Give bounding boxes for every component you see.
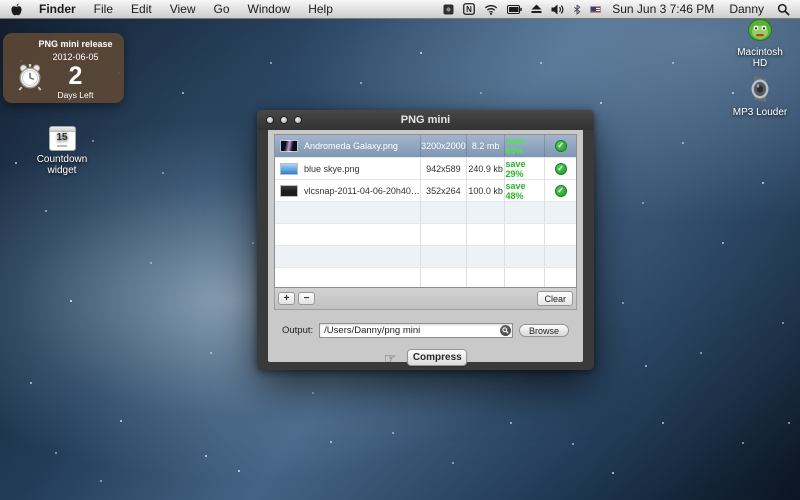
input-source-icon[interactable]: N (463, 3, 475, 15)
menu-item-finder[interactable]: Finder (30, 0, 85, 18)
desktop-icon-countdown-widget[interactable]: 15 Countdown widget (29, 126, 95, 176)
menu-bar-left: Finder File Edit View Go Window Help (0, 0, 342, 18)
spotlight-icon[interactable] (777, 3, 790, 16)
table-row[interactable]: Andromeda Galaxy.png 3200x2000 8.2 mb sa… (275, 135, 576, 157)
file-thumbnail (280, 163, 298, 175)
eject-icon[interactable] (531, 4, 542, 14)
desktop-icon-label: Macintosh (727, 47, 793, 58)
bluetooth-icon[interactable] (573, 4, 581, 15)
table-row-empty (275, 267, 576, 287)
desktop-icon-mp3-louder[interactable]: MP3 Louder (727, 74, 793, 118)
output-row: Output: Browse (282, 323, 569, 338)
file-name: blue skye.png (304, 164, 360, 174)
wifi-icon[interactable] (484, 4, 498, 15)
file-size: 100.0 kb (466, 180, 505, 201)
window-content: Andromeda Galaxy.png 3200x2000 8.2 mb sa… (268, 130, 583, 362)
file-table: Andromeda Galaxy.png 3200x2000 8.2 mb sa… (274, 134, 577, 288)
menu-item-window[interactable]: Window (239, 0, 300, 18)
table-footer-bar: + − Clear (274, 288, 577, 310)
speaker-icon (727, 74, 793, 104)
volume-icon[interactable] (551, 4, 564, 15)
file-savings: save 29% (504, 158, 544, 179)
calendar-day-number: 15 (50, 132, 75, 144)
table-row[interactable]: vlcsnap-2011-04-06-20h40m36s165.png 352x… (275, 179, 576, 201)
desktop-icon-label: widget (29, 165, 95, 176)
menu-item-go[interactable]: Go (205, 0, 239, 18)
compress-row: ☞ Compress (268, 349, 583, 366)
user-menu[interactable]: Danny (725, 2, 768, 16)
pointing-hand-icon: ☞ (384, 351, 397, 365)
browse-button[interactable]: Browse (519, 324, 569, 337)
desktop-icon-label: MP3 Louder (727, 107, 793, 118)
battery-icon[interactable] (507, 5, 522, 14)
output-path-input[interactable] (319, 323, 513, 338)
apple-menu-icon[interactable] (0, 0, 30, 18)
menu-item-edit[interactable]: Edit (122, 0, 161, 18)
file-size: 240.9 kb (466, 158, 505, 179)
menu-bar: Finder File Edit View Go Window Help N S… (0, 0, 800, 19)
file-thumbnail (280, 185, 298, 197)
file-name: vlcsnap-2011-04-06-20h40m36s165.png (304, 186, 420, 196)
countdown-widget-panel[interactable]: PNG mini release 2012-06-05 2 Days Left (3, 33, 124, 103)
desktop-icon-macintosh-hd[interactable]: B Macintosh HD (727, 12, 793, 69)
png-mini-window: PNG mini Andromeda Galaxy.png 3200x2000 … (257, 110, 594, 370)
file-dimensions: 352x264 (420, 180, 466, 201)
table-row-empty (275, 223, 576, 245)
menu-item-help[interactable]: Help (299, 0, 342, 18)
desktop-icon-label: HD (727, 58, 793, 69)
menu-item-file[interactable]: File (85, 0, 122, 18)
window-title: PNG mini (257, 114, 594, 126)
countdown-days-number: 2 (31, 64, 120, 88)
countdown-widget-text: PNG mini release 2012-06-05 2 Days Left (31, 39, 120, 100)
table-row[interactable]: blue skye.png 942x589 240.9 kb save 29% … (275, 157, 576, 179)
countdown-days-label: Days Left (31, 90, 120, 100)
table-row-empty (275, 201, 576, 223)
done-check-icon: ✓ (555, 185, 567, 197)
file-savings: save 65% (504, 135, 544, 157)
done-check-icon: ✓ (555, 163, 567, 175)
output-label: Output: (282, 325, 313, 336)
table-row-empty (275, 245, 576, 267)
search-icon[interactable] (500, 325, 511, 336)
calendar-icon: 15 (29, 126, 95, 151)
done-check-icon: ✓ (555, 140, 567, 152)
menu-clock[interactable]: Sun Jun 3 7:46 PM (610, 2, 716, 16)
file-name: Andromeda Galaxy.png (304, 141, 398, 151)
file-thumbnail (280, 140, 298, 152)
remove-file-button[interactable]: − (298, 292, 315, 305)
file-savings: save 48% (504, 180, 544, 201)
language-flag-icon[interactable] (590, 6, 601, 13)
countdown-title: PNG mini release (31, 39, 120, 49)
desktop-icon-label: Countdown (29, 154, 95, 165)
menu-bar-status: N Sun Jun 3 7:46 PM Danny (443, 0, 800, 18)
menu-item-view[interactable]: View (161, 0, 205, 18)
window-titlebar[interactable]: PNG mini (257, 110, 594, 130)
file-dimensions: 3200x2000 (420, 135, 466, 157)
menu-extra-icon[interactable] (443, 4, 454, 15)
compress-button[interactable]: Compress (407, 349, 467, 366)
countdown-date: 2012-06-05 (31, 52, 120, 62)
file-dimensions: 942x589 (420, 158, 466, 179)
svg-text:N: N (466, 5, 472, 14)
file-size: 8.2 mb (466, 135, 505, 157)
clear-button[interactable]: Clear (537, 291, 573, 306)
add-file-button[interactable]: + (278, 292, 295, 305)
